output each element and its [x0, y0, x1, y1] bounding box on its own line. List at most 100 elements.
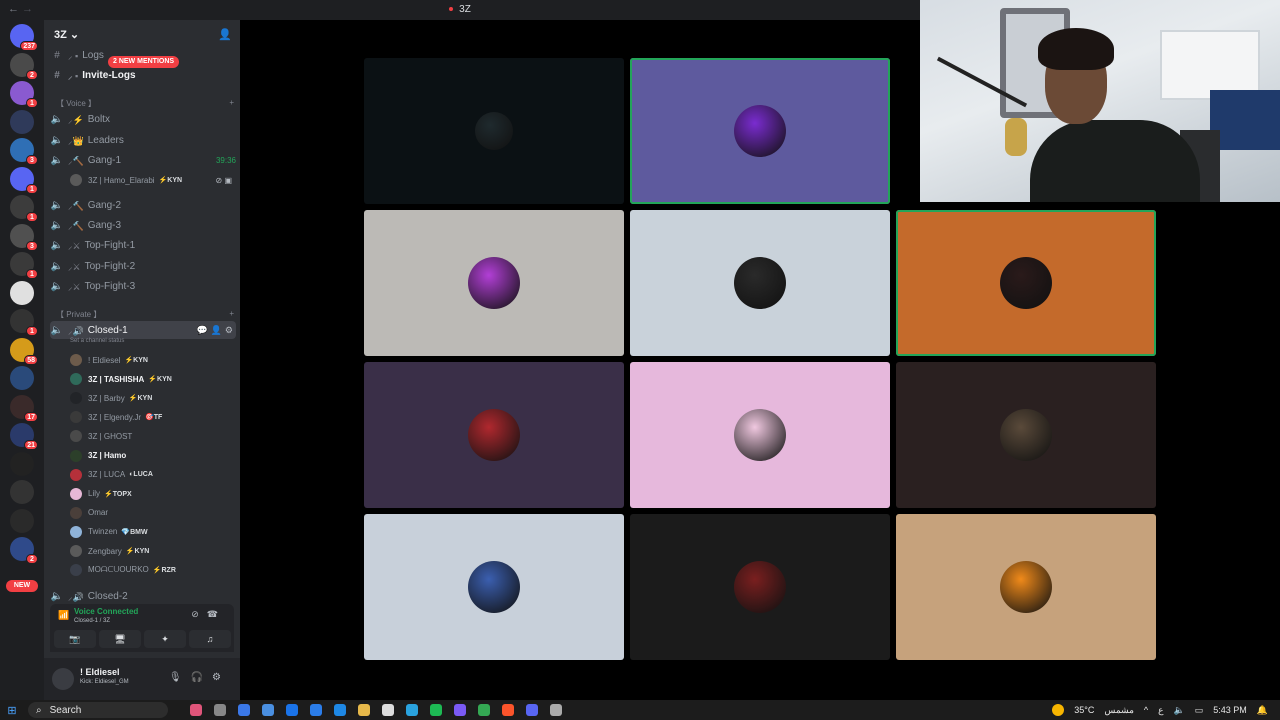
notification-icon[interactable]: 🔔 [1257, 705, 1268, 716]
server-icon[interactable]: 1 [10, 166, 38, 194]
invite-people-icon[interactable]: 👤 [218, 28, 232, 41]
user-name[interactable]: ! Eldiesel [80, 667, 120, 677]
volume-icon[interactable]: 🔈 [1174, 705, 1185, 716]
taskbar-app-icon[interactable] [262, 704, 274, 716]
server-icon[interactable] [10, 451, 34, 476]
server-icon[interactable]: 2 [10, 52, 38, 80]
taskbar-app-icon[interactable] [430, 704, 442, 716]
participant-tile[interactable] [364, 58, 624, 204]
taskbar-app-icon[interactable] [310, 704, 322, 716]
taskbar-app-icon[interactable] [550, 704, 562, 716]
participant-tile[interactable] [896, 210, 1156, 356]
taskbar-search[interactable]: ⌕ Search [28, 702, 168, 718]
taskbar-app-icon[interactable] [238, 704, 250, 716]
server-icon[interactable]: 237 [10, 24, 38, 51]
server-name[interactable]: 3Z ⌄ [54, 28, 79, 41]
soundboard-button[interactable]: ♫ [189, 630, 231, 648]
taskbar-app-icon[interactable] [358, 704, 370, 716]
channel-boltx[interactable]: 🔈 ⸝⚡ Boltx [50, 110, 236, 128]
participant-tile[interactable] [630, 58, 890, 204]
taskbar-app-icon[interactable] [286, 704, 298, 716]
server-icon[interactable]: 21 [10, 423, 38, 450]
server-icon[interactable] [10, 366, 34, 390]
taskbar-app-icon[interactable] [382, 704, 394, 716]
voice-member[interactable]: Lily ⚡TOPX [70, 485, 232, 503]
windows-logo-icon[interactable]: ⊞ [0, 704, 24, 717]
server-icon[interactable] [10, 508, 34, 533]
voice-member[interactable]: Omar [70, 504, 232, 522]
language-indicator[interactable]: ع [1158, 705, 1163, 716]
taskbar-app-icon[interactable] [502, 704, 514, 716]
voice-member[interactable]: 3Z | TASHISHA ⚡KYN [70, 370, 232, 388]
speaker-icon: 🔈 [50, 219, 64, 231]
voice-member[interactable]: MOᗩᑕᑌOURKO ⚡RZR [70, 561, 232, 579]
channel-closed-1[interactable]: 🔈 ⸝🔊 Closed-1 💬👤⚙ [50, 321, 236, 339]
voice-member[interactable]: Twinzen 💎BMW [70, 523, 232, 541]
create-channel-icon[interactable]: + [229, 309, 234, 320]
taskbar-app-icon[interactable] [526, 704, 538, 716]
new-unreads-pill[interactable]: NEW [6, 580, 38, 592]
category-private[interactable]: 【 Private 】 + [56, 309, 234, 320]
server-icon[interactable]: 1 [10, 195, 38, 222]
participant-tile[interactable] [364, 514, 624, 660]
server-icon[interactable]: 1 [10, 309, 38, 336]
voice-member[interactable]: ! Eldiesel ⚡KYN [70, 351, 232, 369]
server-icon[interactable]: 3 [10, 138, 38, 165]
channel-status[interactable]: Set a channel status [70, 338, 124, 344]
voice-member-gang1[interactable]: 3Z | Hamo_Elarabi ⚡KYN ⊘ ▣ [70, 171, 232, 189]
chevron-up-icon[interactable]: ^ [1144, 705, 1148, 715]
noise-disconnect-icons[interactable]: ⊘☎ [191, 609, 226, 620]
screen-share-button[interactable]: 🖥 [99, 630, 141, 648]
voice-member[interactable]: 3Z | Elgendy.Jr 🎯TF [70, 408, 232, 426]
server-icon[interactable]: 3 [10, 223, 38, 251]
taskbar-app-icon[interactable] [214, 704, 226, 716]
channel-top-fight-2[interactable]: 🔈 ⸝⚔ Top-Fight-2 [50, 257, 236, 275]
server-icon[interactable]: 58 [10, 337, 38, 365]
channel-top-fight-1[interactable]: 🔈 ⸝⚔ Top-Fight-1 [50, 236, 236, 254]
channel-invite-logs[interactable]: # ⸝ ▪ Invite-Logs [50, 66, 236, 84]
weather-label[interactable]: مشمس [1104, 705, 1134, 716]
participant-tile[interactable] [364, 210, 624, 356]
server-icon[interactable]: 2 [10, 537, 38, 564]
server-icon[interactable] [10, 480, 34, 504]
activities-button[interactable]: ✦ [144, 630, 186, 648]
category-voice[interactable]: 【 Voice 】 + [56, 98, 234, 109]
taskbar-app-icon[interactable] [406, 704, 418, 716]
taskbar-app-icon[interactable] [334, 704, 346, 716]
camera-button[interactable]: 📷 [54, 630, 96, 648]
participant-tile[interactable] [630, 210, 890, 356]
participant-tile[interactable] [364, 362, 624, 508]
clock[interactable]: 5:43 PM [1213, 705, 1247, 715]
channel-closed-2[interactable]: 🔈 ⸝🔊 Closed-2 [50, 587, 236, 605]
server-icon[interactable]: 17 [10, 394, 38, 422]
channel-gang-3[interactable]: 🔈 ⸝🔨 Gang-3 [50, 216, 236, 234]
server-icon[interactable] [10, 280, 34, 305]
channel-gang-1[interactable]: 🔈 ⸝🔨 Gang-1 39:36 [50, 151, 236, 169]
server-icon[interactable]: 1 [10, 252, 38, 279]
taskbar-app-icon[interactable] [190, 704, 202, 716]
participant-tile[interactable] [630, 514, 890, 660]
create-channel-icon[interactable]: + [229, 98, 234, 109]
avatar[interactable] [52, 668, 74, 690]
voice-member[interactable]: 3Z | Hamo [70, 447, 232, 465]
taskbar-app-icon[interactable] [454, 704, 466, 716]
participant-tile[interactable] [896, 362, 1156, 508]
server-icon[interactable]: 1 [10, 81, 38, 108]
voice-status-title[interactable]: Voice Connected [74, 607, 138, 616]
participant-tile[interactable] [630, 362, 890, 508]
voice-channel-path[interactable]: Closed-1 / 3Z [74, 618, 110, 624]
channel-top-fight-3[interactable]: 🔈 ⸝⚔ Top-Fight-3 [50, 277, 236, 295]
channel-leaders[interactable]: 🔈 ⸝👑 Leaders [50, 131, 236, 149]
network-icon[interactable]: ▭ [1195, 705, 1204, 716]
channel-controls-icon[interactable]: 💬👤⚙ [197, 325, 236, 336]
taskbar-app-icon[interactable] [478, 704, 490, 716]
server-icon[interactable] [10, 109, 34, 134]
voice-member[interactable]: 3Z | Barby ⚡KYN [70, 389, 232, 407]
participant-tile[interactable] [896, 514, 1156, 660]
channel-gang-2[interactable]: 🔈 ⸝🔨 Gang-2 [50, 196, 236, 214]
mic-headset-settings-icons[interactable]: 🎙🎧⚙ [169, 672, 230, 683]
voice-member[interactable]: 3Z | GHOST [70, 427, 232, 445]
voice-member[interactable]: Zengbary ⚡KYN [70, 542, 232, 560]
voice-member[interactable]: 3Z | LUCA ◐LUCA [70, 466, 232, 484]
weather-temp[interactable]: 35°C [1074, 705, 1094, 715]
